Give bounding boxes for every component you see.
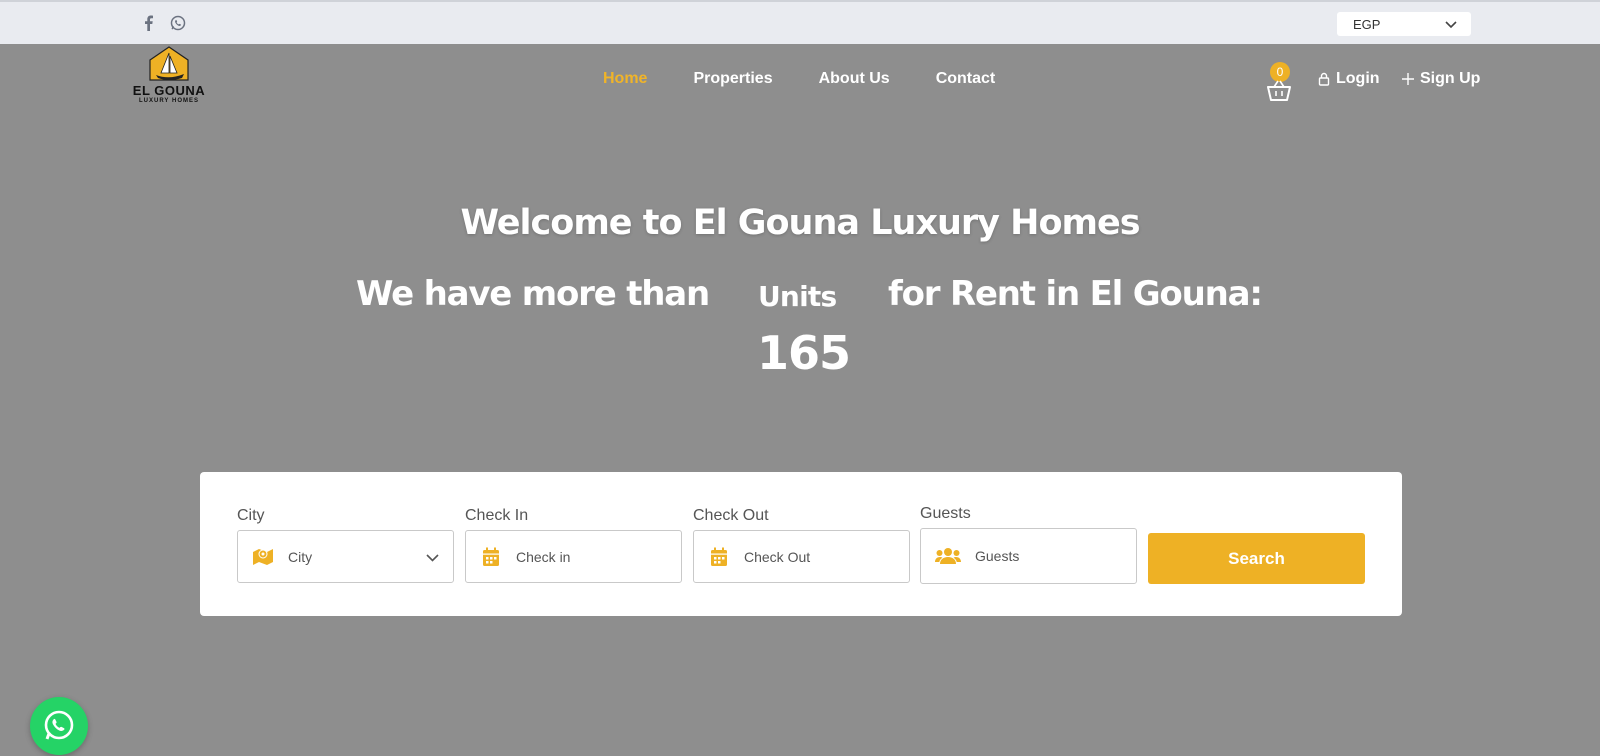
top-bar: EGP — [0, 0, 1600, 44]
nav-contact[interactable]: Contact — [936, 70, 996, 88]
guests-placeholder: Guests — [975, 548, 1020, 564]
city-value: City — [288, 548, 313, 565]
guests-label: Guests — [920, 505, 971, 522]
plus-icon — [1402, 73, 1414, 85]
nav-properties[interactable]: Properties — [693, 70, 772, 88]
whatsapp-chat-button[interactable] — [30, 697, 88, 755]
chevron-down-icon — [1445, 17, 1457, 32]
city-label: City — [237, 507, 265, 524]
lock-icon — [1318, 72, 1330, 86]
cart-button[interactable]: 0 — [1266, 62, 1292, 102]
whatsapp-icon[interactable] — [170, 14, 186, 32]
facebook-icon[interactable] — [140, 14, 156, 32]
currency-select[interactable]: EGP — [1337, 12, 1471, 36]
calendar-icon — [708, 546, 730, 568]
units-label: Units — [758, 280, 837, 313]
check-in-input[interactable]: Check in — [465, 530, 682, 583]
check-out-input[interactable]: Check Out — [693, 530, 910, 583]
hero-line-left: We have more than — [356, 274, 710, 314]
search-panel: City City Check In Check in Check Out Ch… — [200, 472, 1402, 616]
signup-link[interactable]: Sign Up — [1402, 70, 1480, 88]
check-in-placeholder: Check in — [516, 548, 571, 565]
check-out-placeholder: Check Out — [744, 548, 811, 565]
check-out-label: Check Out — [693, 507, 769, 524]
calendar-icon — [480, 546, 502, 568]
social-links — [140, 14, 186, 32]
users-icon — [935, 545, 961, 567]
check-in-label: Check In — [465, 507, 529, 524]
currency-value: EGP — [1353, 16, 1381, 32]
login-label: Login — [1336, 70, 1380, 87]
basket-icon — [1267, 80, 1291, 101]
chevron-down-icon — [426, 549, 439, 565]
main-nav: Home Properties About Us Contact — [603, 70, 995, 88]
guests-input[interactable]: Guests — [920, 528, 1137, 584]
login-link[interactable]: Login — [1318, 70, 1380, 88]
map-pin-icon — [252, 546, 274, 568]
logo-name: EL GOUNA — [132, 83, 206, 98]
cart-count-badge: 0 — [1270, 62, 1290, 82]
units-count: 165 — [757, 326, 851, 380]
nav-home[interactable]: Home — [603, 70, 647, 88]
signup-label: Sign Up — [1420, 70, 1481, 87]
search-button[interactable]: Search — [1148, 533, 1365, 584]
logo-emblem-icon — [149, 46, 189, 81]
logo-tagline: LUXURY HOMES — [138, 98, 199, 104]
hero-line-right: for Rent in El Gouna: — [888, 274, 1263, 314]
site-logo[interactable]: EL GOUNA LUXURY HOMES — [128, 46, 210, 108]
hero-title: Welcome to El Gouna Luxury Homes — [460, 203, 1140, 243]
city-select[interactable]: City — [237, 530, 454, 583]
whatsapp-icon — [44, 710, 74, 740]
nav-about-us[interactable]: About Us — [819, 70, 890, 88]
